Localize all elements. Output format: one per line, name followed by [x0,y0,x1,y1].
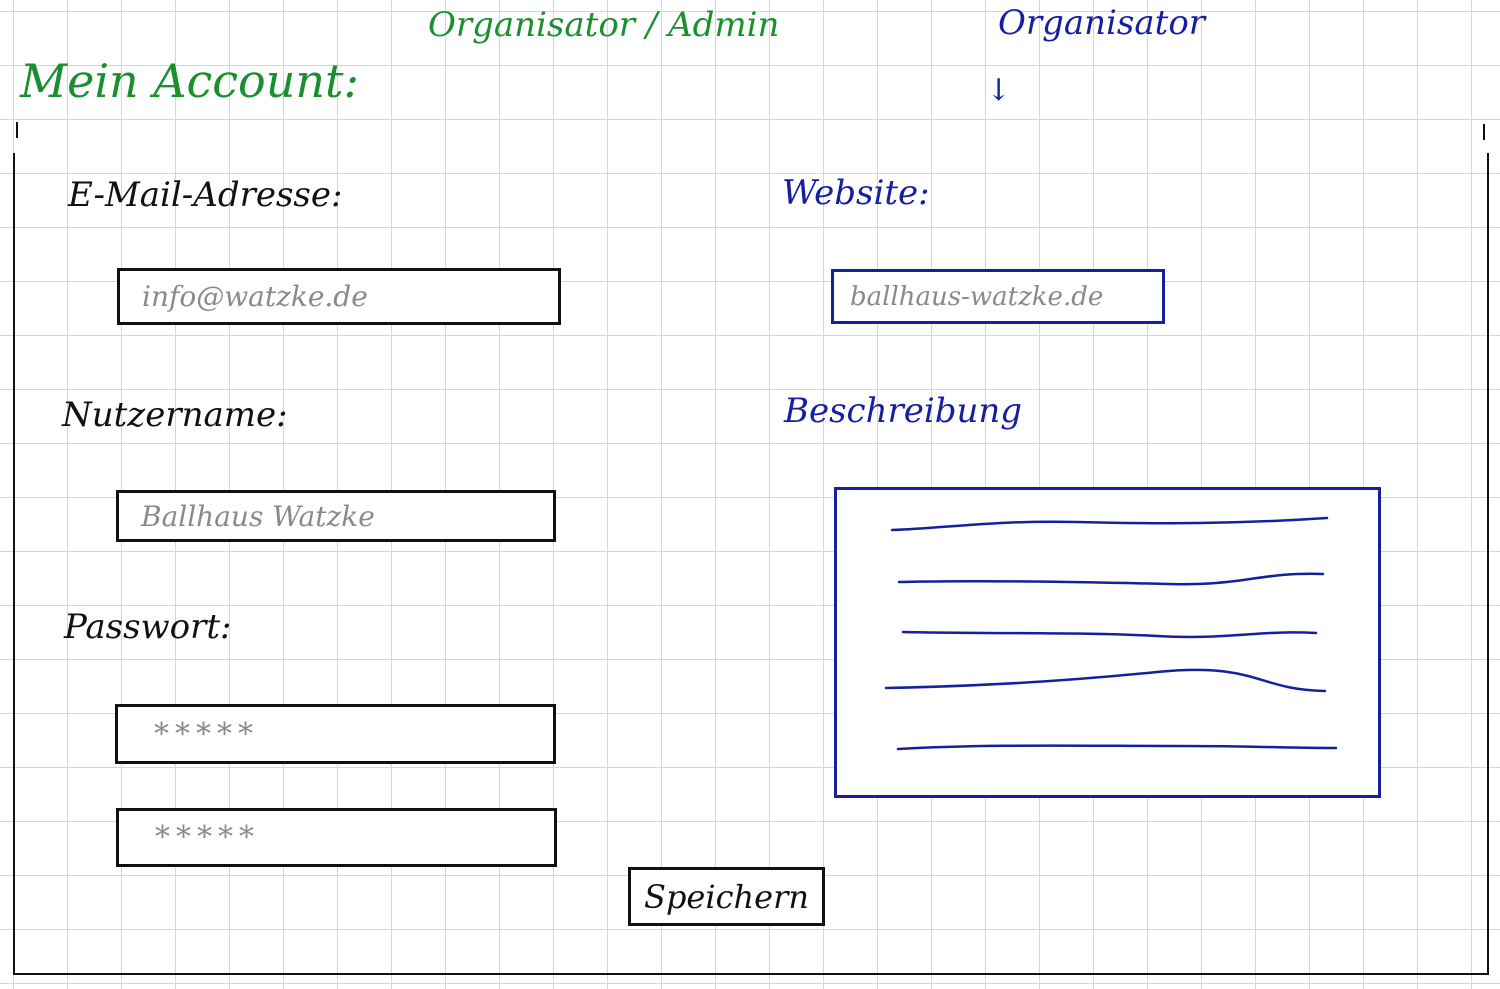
save-button[interactable]: Speichern [628,867,825,926]
text-line [897,572,1325,586]
page-title: Mein Account: [20,54,359,108]
description-textarea[interactable] [834,487,1381,798]
frame-corner-left [16,122,18,138]
email-label: E-Mail-Adresse: [68,175,343,215]
frame-corner-right [1483,124,1485,140]
text-line [896,744,1338,751]
role-annotation-organizer-admin: Organisator / Admin [428,5,780,45]
password-confirm-field[interactable]: ***** [116,808,557,867]
website-value: ballhaus-watzke.de [850,281,1104,312]
username-value: Ballhaus Watzke [141,499,375,533]
text-line [884,668,1327,693]
text-line [901,630,1318,639]
username-label: Nutzername: [62,395,288,435]
website-field[interactable]: ballhaus-watzke.de [831,269,1165,324]
arrow-down-icon: ↓ [986,73,1012,108]
username-field[interactable]: Ballhaus Watzke [116,490,556,542]
password-value: ***** [154,716,259,752]
password-confirm-value: ***** [155,820,260,855]
text-line [890,516,1329,532]
email-value: info@watzke.de [142,280,368,313]
password-field[interactable]: ***** [115,704,556,764]
description-placeholder-lines [884,516,1338,751]
email-field[interactable]: info@watzke.de [117,268,561,325]
password-label: Passwort: [64,607,232,647]
description-label: Beschreibung [784,391,1023,431]
role-annotation-organizer: Organisator [998,3,1206,43]
website-label: Website: [782,173,930,213]
